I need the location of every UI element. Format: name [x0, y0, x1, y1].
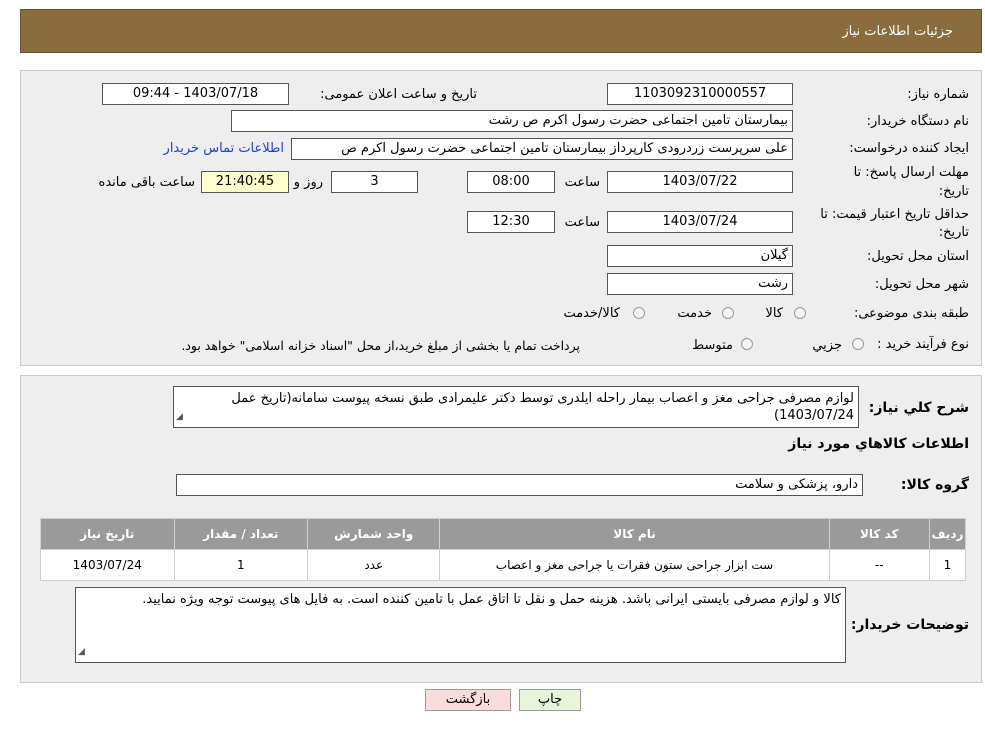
- general-desc-label: شرح کلي نياز:: [868, 400, 969, 416]
- city-label: شهر محل تحویل:: [874, 277, 969, 292]
- goods-table-header-row: ردیف کد کالا نام کالا واحد شمارش تعداد /…: [40, 518, 967, 550]
- process-note: پرداخت تمام یا بخشی از مبلغ خرید،از محل …: [181, 338, 580, 353]
- requester-field: علی سرپرست زردرودی کارپرداز بیمارستان تا…: [291, 138, 793, 160]
- deadline-time-field: 08:00: [467, 171, 555, 193]
- days-field: 3: [331, 171, 418, 193]
- province-field: گیلان: [607, 245, 793, 267]
- cell-goods-code: --: [828, 549, 930, 581]
- buyer-notes-text: کالا و لوازم مصرفی بایستی ایرانی باشد. ه…: [142, 592, 841, 607]
- col-header-unit: واحد شمارش: [307, 518, 441, 550]
- remaining-label: ساعت باقی مانده: [98, 175, 195, 190]
- deadline-label: مهلت ارسال پاسخ: تا: [853, 165, 969, 180]
- buyer-notes-field: کالا و لوازم مصرفی بایستی ایرانی باشد. ه…: [75, 587, 846, 663]
- requester-label: ایجاد کننده درخواست:: [849, 141, 969, 156]
- general-desc-field: لوازم مصرفی جراحی مغز و اعصاب بیمار راحل…: [173, 386, 859, 428]
- need-number-label: شماره نیاز:: [907, 87, 969, 102]
- category-option-goods: کالا: [765, 306, 783, 321]
- goods-info-heading: اطلاعات کالاهاي مورد نياز: [788, 436, 969, 452]
- announce-datetime-label: تاریخ و ساعت اعلان عمومی:: [320, 87, 477, 102]
- cell-row-number: 1: [928, 549, 967, 581]
- cell-quantity: 1: [173, 549, 309, 581]
- col-header-row-number: ردیف: [928, 518, 967, 550]
- page-title: جزئیات اطلاعات نیاز: [842, 24, 953, 39]
- validity-date-word: تاریخ:: [938, 225, 969, 240]
- buyer-contact-link[interactable]: اطلاعات تماس خریدار: [164, 141, 284, 156]
- page-header: جزئیات اطلاعات نیاز: [20, 9, 982, 53]
- resize-grip-icon[interactable]: ◢: [78, 644, 85, 661]
- col-header-goods-code: کد کالا: [828, 518, 930, 550]
- remaining-time-field: 21:40:45: [201, 171, 289, 193]
- table-row: 1 -- ست ابزار جراحی ستون فقرات یا جراحی …: [40, 549, 967, 581]
- goods-group-field: دارو، پزشکی و سلامت: [176, 474, 863, 496]
- print-button[interactable]: چاپ: [519, 689, 581, 711]
- process-label: نوع فرآیند خرید :: [877, 337, 969, 352]
- goods-table: ردیف کد کالا نام کالا واحد شمارش تعداد /…: [40, 518, 967, 581]
- validity-time-field: 12:30: [467, 211, 555, 233]
- back-button[interactable]: بازگشت: [425, 689, 511, 711]
- col-header-goods-name: نام کالا: [439, 518, 830, 550]
- cell-need-date: 1403/07/24: [40, 549, 175, 581]
- validity-label: حداقل تاریخ اعتبار قیمت: تا: [820, 207, 969, 222]
- deadline-date-word: تاریخ:: [938, 184, 969, 199]
- category-radio-goods-service[interactable]: [633, 307, 645, 319]
- announce-datetime-field: 1403/07/18 - 09:44: [102, 83, 289, 105]
- city-field: رشت: [607, 273, 793, 295]
- process-option-medium: متوسط: [692, 338, 733, 353]
- validity-date-field: 1403/07/24: [607, 211, 793, 233]
- buyer-org-label: نام دستگاه خریدار:: [866, 114, 969, 129]
- resize-grip-icon[interactable]: ◢: [176, 409, 183, 426]
- col-header-quantity: تعداد / مقدار: [173, 518, 309, 550]
- process-option-small: جزیي: [812, 338, 842, 353]
- validity-hour-label: ساعت: [564, 215, 600, 230]
- cell-unit: عدد: [307, 549, 441, 581]
- category-radio-goods[interactable]: [794, 307, 806, 319]
- cell-goods-name: ست ابزار جراحی ستون فقرات یا جراحی مغز و…: [439, 549, 830, 581]
- buyer-org-field: بیمارستان تامین اجتماعی حضرت رسول اکرم ص…: [231, 110, 793, 132]
- goods-group-label: گروه کالا:: [900, 477, 969, 493]
- deadline-date-field: 1403/07/22: [607, 171, 793, 193]
- need-number-field: 1103092310000557: [607, 83, 793, 105]
- deadline-hour-label: ساعت: [564, 175, 600, 190]
- general-desc-text: لوازم مصرفی جراحی مغز و اعصاب بیمار راحل…: [231, 391, 854, 423]
- category-radio-service[interactable]: [722, 307, 734, 319]
- days-and-label: روز و: [293, 175, 323, 190]
- category-label: طبقه بندی موضوعی:: [853, 306, 969, 321]
- province-label: استان محل تحویل:: [867, 249, 969, 264]
- category-option-service: خدمت: [677, 306, 712, 321]
- process-radio-medium[interactable]: [741, 338, 753, 350]
- category-option-goods-service: کالا/خدمت: [563, 306, 620, 321]
- process-radio-small[interactable]: [852, 338, 864, 350]
- buyer-notes-label: توضیحات خریدار:: [850, 617, 969, 633]
- col-header-need-date: تاریخ نیاز: [40, 518, 175, 550]
